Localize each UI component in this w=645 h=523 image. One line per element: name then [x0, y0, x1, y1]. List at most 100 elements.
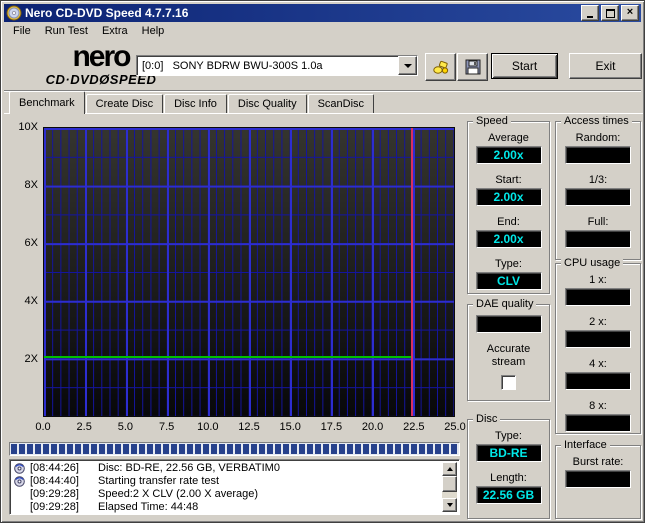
disc-panel: Disc Type: BD-RE Length: 22.56 GB	[467, 413, 550, 519]
access-times-panel: Access times Random: 1/3: Full:	[555, 115, 641, 260]
titlebar: Nero CD-DVD Speed 4.7.7.16 ×	[4, 4, 641, 22]
app-window: Nero CD-DVD Speed 4.7.7.16 × File Run Te…	[0, 0, 645, 523]
field-value	[565, 188, 631, 206]
speed-panel: Speed Average 2.00x Start: 2.00x End: 2.00x Ty…	[467, 115, 550, 294]
y-axis-ticks: 10X 8X 6X 4X 2X	[9, 121, 38, 417]
field-label: 4 x:	[589, 358, 607, 370]
field-value	[565, 288, 631, 306]
scroll-up-button[interactable]	[442, 462, 457, 476]
scroll-down-button[interactable]	[442, 498, 457, 512]
x-tick-label: 0.0	[35, 421, 51, 433]
field-value: CLV	[475, 272, 542, 290]
close-button[interactable]: ×	[621, 5, 639, 21]
field-label: Length:	[490, 472, 527, 484]
minimize-icon	[587, 16, 593, 18]
cpu-usage-panel: CPU usage 1 x: 2 x: 4 x: 8 x:	[555, 257, 641, 434]
x-tick-label: 17.5	[320, 421, 343, 433]
log-entry[interactable]: [08:44:40] Starting transfer rate test	[13, 475, 440, 488]
log-message: Speed:2 X CLV (2.00 X average)	[98, 488, 259, 500]
field-label: Full:	[587, 216, 609, 228]
tab-disc-info[interactable]: Disc Info	[164, 94, 227, 113]
chevron-down-icon[interactable]	[398, 56, 417, 75]
group-title: Disc	[473, 413, 501, 425]
field-label: 1/3:	[588, 174, 608, 186]
y-tick-label: 10X	[18, 121, 38, 133]
test-progress-bar	[9, 442, 460, 456]
field-label: End:	[497, 216, 520, 228]
disc-event-icon	[13, 463, 26, 474]
disc-event-icon	[13, 476, 26, 487]
y-tick-label: 2X	[24, 353, 38, 365]
log-entry[interactable]: [09:29:28] Elapsed Time: 44:48	[13, 501, 440, 514]
position-cursor-line	[411, 128, 414, 416]
field-value	[565, 230, 631, 248]
group-title: DAE quality	[473, 298, 537, 310]
drive-select[interactable]: [0:0] SONY BDRW BWU-300S 1.0a	[136, 55, 418, 76]
field-value	[565, 470, 631, 488]
x-tick-label: 12.5	[238, 421, 260, 433]
group-title: Speed	[473, 115, 511, 127]
x-tick-label: 2.5	[76, 421, 92, 433]
accurate-stream-checkbox[interactable]	[501, 375, 516, 390]
log-entry[interactable]: [09:29:28] Speed:2 X CLV (2.00 X average)	[13, 488, 440, 501]
tab-benchmark[interactable]: Benchmark	[9, 91, 85, 114]
exit-button[interactable]: Exit	[569, 53, 642, 79]
menu-file[interactable]: File	[6, 23, 38, 39]
start-button[interactable]: Start	[491, 53, 558, 79]
save-button[interactable]	[457, 53, 488, 81]
x-tick-label: 5.0	[117, 421, 134, 433]
options-button[interactable]	[425, 53, 456, 81]
dae-quality-panel: DAE quality Accurate stream	[467, 298, 550, 401]
log-listbox[interactable]: [08:44:26] Disc: BD-RE, 22.56 GB, VERBATI…	[9, 459, 460, 515]
log-message: Disc: BD-RE, 22.56 GB, VERBATIM0	[98, 462, 280, 474]
y-tick-label: 6X	[24, 237, 38, 249]
menu-run-test[interactable]: Run Test	[38, 23, 95, 39]
app-icon[interactable]	[6, 5, 22, 21]
field-value: 2.00x	[475, 188, 542, 206]
field-label: Type:	[495, 258, 522, 270]
field-label: Random:	[575, 132, 621, 144]
interface-panel: Interface Burst rate:	[555, 439, 641, 519]
field-label: 1 x:	[589, 274, 607, 286]
log-timestamp: [08:44:26]	[30, 462, 79, 474]
maximize-icon	[605, 8, 615, 18]
x-tick-label: 20.0	[361, 421, 384, 433]
group-title: Access times	[561, 115, 632, 127]
log-message: Starting transfer rate test	[98, 475, 220, 487]
field-label: Average	[488, 132, 529, 144]
scrollbar-thumb[interactable]	[442, 476, 457, 492]
save-icon	[465, 59, 481, 75]
header: nero CD·DVDØSPEED [0:0] SONY BDRW BWU-30…	[4, 39, 642, 90]
x-tick-label: 7.5	[158, 421, 175, 433]
minimize-button[interactable]	[581, 5, 599, 21]
log-entry[interactable]: [08:44:26] Disc: BD-RE, 22.56 GB, VERBATI…	[13, 462, 440, 475]
maximize-button[interactable]	[601, 5, 619, 21]
log-scrollbar[interactable]	[442, 462, 457, 512]
tab-scandisc[interactable]: ScanDisc	[307, 94, 375, 113]
group-title: CPU usage	[561, 257, 624, 269]
tab-create-disc[interactable]: Create Disc	[85, 94, 164, 113]
chevron-up-icon	[446, 467, 453, 471]
field-value	[565, 330, 631, 348]
menu-extra[interactable]: Extra	[95, 23, 135, 39]
field-value: 22.56 GB	[475, 486, 542, 504]
accurate-stream-label: Accurate stream	[486, 343, 531, 368]
window-title: Nero CD-DVD Speed 4.7.7.16	[25, 6, 189, 20]
benchmark-chart: 10X 8X 6X 4X 2X 0.0 2.5 5.0 7.5 10.0 12.5 15.0 17.5…	[9, 117, 465, 439]
field-value	[565, 372, 631, 390]
log-rows: [08:44:26] Disc: BD-RE, 22.56 GB, VERBATI…	[13, 462, 440, 514]
drive-select-value: [0:0] SONY BDRW BWU-300S 1.0a	[142, 59, 323, 72]
field-label: 8 x:	[589, 400, 607, 412]
field-value: 2.00x	[475, 230, 542, 248]
field-value	[565, 146, 631, 164]
tabstrip: Benchmark Create Disc Disc Info Disc Qua…	[9, 91, 375, 114]
x-tick-label: 22.5	[403, 421, 425, 433]
tab-disc-quality[interactable]: Disc Quality	[227, 94, 307, 113]
close-icon: ×	[626, 6, 634, 18]
log-timestamp: [09:29:28]	[30, 488, 79, 500]
field-label: Type:	[495, 430, 522, 442]
chevron-down-icon	[446, 503, 453, 507]
log-timestamp: [09:29:28]	[30, 501, 79, 513]
field-label: Start:	[495, 174, 522, 186]
menu-help[interactable]: Help	[135, 23, 172, 39]
